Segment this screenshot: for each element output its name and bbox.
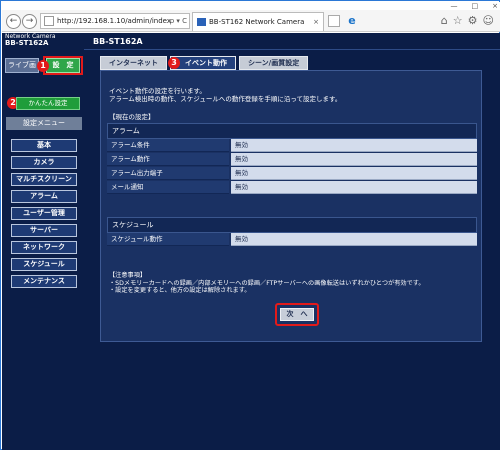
highlight-next (275, 303, 319, 326)
easy-setup-button[interactable]: かんたん設定 (16, 97, 80, 110)
row-label: スケジュール動作 (107, 233, 229, 246)
page-icon (44, 16, 54, 26)
table-row: アラーム条件 無効 (107, 139, 477, 152)
browser-window: — □ × ← → http://192.168.1.10/admin/inde… (0, 0, 500, 450)
sidebar: ライブ画 設 定 1 2 かんたん設定 設定メニュー 基本 カメラ マルチスクリ… (2, 49, 84, 450)
highlight-settings (43, 56, 83, 75)
minimize-button[interactable]: — (451, 2, 458, 10)
browser-right-icons: ⌂ ☆ ⚙ ☺ (441, 14, 494, 27)
brand-logo: Network Camera BB-ST162A (5, 34, 56, 47)
menu-maintenance[interactable]: メンテナンス (11, 275, 77, 288)
row-label: アラーム出力端子 (107, 167, 229, 180)
tab-internet[interactable]: インターネット (100, 56, 167, 70)
tab-title: BB-ST162 Network Camera (209, 18, 305, 26)
row-label: アラーム動作 (107, 153, 229, 166)
camera-favicon-icon (197, 18, 206, 26)
header-model: BB-ST162A (93, 37, 143, 46)
menu-alarm[interactable]: アラーム (11, 190, 77, 203)
edge-icon[interactable]: e (345, 14, 359, 28)
menu-server[interactable]: サーバー (11, 224, 77, 237)
maximize-button[interactable]: □ (472, 2, 479, 10)
schedule-section-header: スケジュール (107, 217, 477, 233)
table-row: スケジュール動作 無効 (107, 233, 477, 246)
title-bar: — □ × (2, 2, 500, 10)
intro-line-1: イベント動作の設定を行います。 (109, 87, 206, 95)
live-view-button[interactable]: ライブ画 (5, 58, 39, 73)
close-window-button[interactable]: × (492, 2, 498, 10)
event-settings-panel: イベント動作の設定を行います。 アラーム検出時の動作、スケジュールへの動作登録を… (100, 70, 482, 342)
brand-model: BB-ST162A (5, 39, 49, 47)
favorites-star-icon[interactable]: ☆ (453, 14, 463, 27)
menu-basic[interactable]: 基本 (11, 139, 77, 152)
row-value: 無効 (231, 153, 477, 166)
smiley-icon[interactable]: ☺ (483, 14, 494, 27)
menu-user-management[interactable]: ユーザー管理 (11, 207, 77, 220)
step-badge-3: 3 (168, 57, 180, 69)
settings-menu-header: 設定メニュー (6, 117, 82, 130)
table-row: アラーム動作 無効 (107, 153, 477, 166)
browser-tab[interactable]: BB-ST162 Network Camera × (192, 12, 324, 31)
back-icon[interactable]: ← (6, 14, 21, 29)
table-row: アラーム出力端子 無効 (107, 167, 477, 180)
notes-line-2: ・設定を変更すると、他方の設定は解除されます。 (109, 287, 251, 294)
intro-text: イベント動作の設定を行います。 アラーム検出時の動作、スケジュールへの動作登録を… (109, 87, 469, 103)
menu-camera[interactable]: カメラ (11, 156, 77, 169)
row-value: 無効 (231, 167, 477, 180)
settings-tabs: インターネット イベント動作 シーン/画質設定 (100, 56, 311, 70)
home-icon[interactable]: ⌂ (441, 14, 448, 27)
row-value: 無効 (231, 233, 477, 246)
step-badge-1: 1 (37, 60, 49, 72)
alarm-section-header: アラーム (107, 123, 477, 139)
menu-schedule[interactable]: スケジュール (11, 258, 77, 271)
address-text: http://192.168.1.10/admin/index (57, 17, 172, 25)
notes-text: 【注意事項】 ・SDメモリーカードへの録画／内部メモリーへの録画／FTPサーバー… (109, 272, 479, 295)
camera-admin-page: Network Camera BB-ST162A BB-ST162A ライブ画 … (2, 33, 500, 450)
tab-scene-quality[interactable]: シーン/画質設定 (239, 56, 309, 70)
forward-icon[interactable]: → (22, 14, 37, 29)
row-label: アラーム条件 (107, 139, 229, 152)
main-content: インターネット イベント動作 シーン/画質設定 3 イベント動作の設定を行います… (84, 50, 500, 450)
tab-close-icon[interactable]: × (313, 13, 319, 31)
menu-multiscreen[interactable]: マルチスクリーン (11, 173, 77, 186)
row-label: メール通知 (107, 181, 229, 194)
browser-toolbar: ← → http://192.168.1.10/admin/index ρ ▾ … (2, 10, 500, 32)
notes-line-1: ・SDメモリーカードへの録画／内部メモリーへの録画／FTPサーバーへの画像転送は… (109, 279, 425, 287)
current-settings-label: 【現在の設定】 (109, 113, 155, 121)
menu-network[interactable]: ネットワーク (11, 241, 77, 254)
gear-icon[interactable]: ⚙ (468, 14, 478, 27)
intro-line-2: アラーム検出時の動作、スケジュールへの動作登録を手順に沿って設定します。 (109, 95, 342, 103)
table-row: メール通知 無効 (107, 181, 477, 194)
window-controls: — □ × (451, 2, 499, 10)
notes-title: 【注意事項】 (109, 272, 147, 279)
row-value: 無効 (231, 181, 477, 194)
address-bar[interactable]: http://192.168.1.10/admin/index ρ ▾ C (40, 13, 190, 29)
new-tab-button[interactable] (328, 15, 340, 27)
address-tools[interactable]: ρ ▾ C (170, 14, 187, 28)
row-value: 無効 (231, 139, 477, 152)
